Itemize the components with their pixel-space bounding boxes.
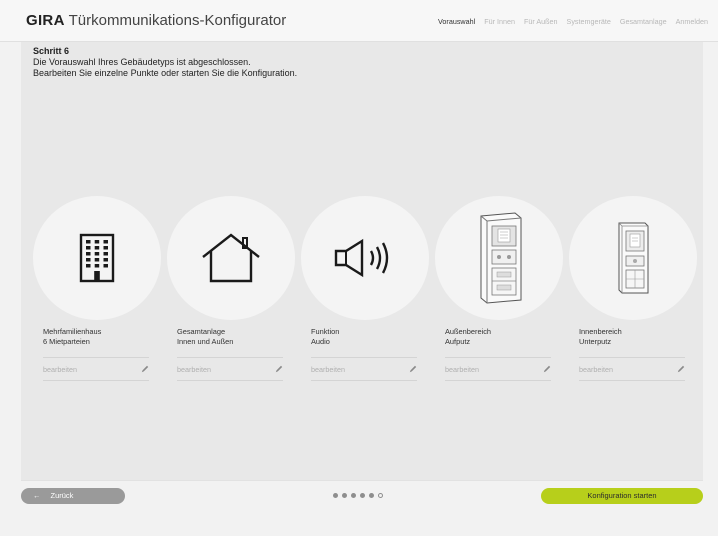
back-button[interactable]: ← Zurück [21, 488, 125, 504]
step-title: Schritt 6 [33, 46, 70, 56]
step-description-line2: Bearbeiten Sie einzelne Punkte oder star… [33, 68, 298, 78]
pencil-icon [677, 365, 685, 373]
outdoor-station-icon [480, 212, 522, 304]
summary-cards: Mehrfamilienhaus 6 Mietparteien bearbeit… [21, 196, 703, 396]
start-configuration-button[interactable]: Konfiguration starten [541, 488, 703, 504]
edit-label: bearbeiten [43, 364, 77, 374]
nav-item-fuer-innen[interactable]: Für Innen [484, 17, 515, 26]
back-button-label: Zurück [50, 491, 74, 500]
progress-dot-done [360, 493, 365, 498]
edit-label: bearbeiten [579, 364, 613, 374]
card-label: Innenbereich Unterputz [579, 327, 622, 346]
indoor-station-icon [618, 222, 649, 294]
edit-button-outdoor-area[interactable]: bearbeiten [445, 357, 551, 381]
pencil-icon [141, 365, 149, 373]
pencil-icon [543, 365, 551, 373]
nav-item-vorauswahl[interactable]: Vorauswahl [438, 17, 475, 26]
progress-dots [333, 493, 383, 498]
progress-dot-pending [378, 493, 383, 498]
edit-button-building-type[interactable]: bearbeiten [43, 357, 149, 381]
footer-bar: ← Zurück Konfiguration starten [21, 480, 703, 510]
pencil-icon [409, 365, 417, 373]
nav-item-gesamtanlage[interactable]: Gesamtanlage [620, 17, 667, 26]
card-label: Mehrfamilienhaus 6 Mietparteien [43, 327, 102, 346]
card-icon-circle [301, 196, 429, 320]
card-icon-circle [33, 196, 161, 320]
progress-dot-done [333, 493, 338, 498]
step-navigation: Vorauswahl Für Innen Für Außen Systemger… [438, 17, 708, 26]
app-header: GIRA Türkommunikations-Konfigurator Vora… [0, 0, 718, 42]
step-info: Schritt 6 Die Vorauswahl Ihres Gebäudety… [33, 46, 297, 79]
nav-item-fuer-aussen[interactable]: Für Außen [524, 17, 558, 26]
brand: GIRA Türkommunikations-Konfigurator [26, 12, 286, 29]
edit-button-function[interactable]: bearbeiten [311, 357, 417, 381]
card-icon-circle [569, 196, 697, 320]
gira-logo: GIRA [26, 12, 65, 29]
progress-dot-done [342, 493, 347, 498]
step-description-line1: Die Vorauswahl Ihres Gebäudetyps ist abg… [33, 57, 251, 67]
nav-item-systemgeraete[interactable]: Systemgeräte [567, 17, 611, 26]
edit-label: bearbeiten [311, 364, 345, 374]
apartment-building-icon [79, 233, 115, 283]
edit-button-system-scope[interactable]: bearbeiten [177, 357, 283, 381]
card-label: Außenbereich Aufputz [445, 327, 492, 346]
house-icon [202, 233, 260, 283]
nav-item-anmelden[interactable]: Anmelden [676, 17, 708, 26]
main-panel: Schritt 6 Die Vorauswahl Ihres Gebäudety… [21, 42, 703, 480]
progress-dot-done [369, 493, 374, 498]
card-icon-circle [167, 196, 295, 320]
card-icon-circle [435, 196, 563, 320]
edit-button-indoor-area[interactable]: bearbeiten [579, 357, 685, 381]
pencil-icon [275, 365, 283, 373]
app-title: Türkommunikations-Konfigurator [68, 12, 287, 29]
edit-label: bearbeiten [177, 364, 211, 374]
card-label: Gesamtanlage Innen und Außen [177, 327, 234, 346]
card-label: Funktion Audio [311, 327, 340, 346]
progress-dot-done [351, 493, 356, 498]
speaker-audio-icon [334, 238, 389, 278]
arrow-left-icon: ← [33, 491, 41, 500]
edit-label: bearbeiten [445, 364, 479, 374]
